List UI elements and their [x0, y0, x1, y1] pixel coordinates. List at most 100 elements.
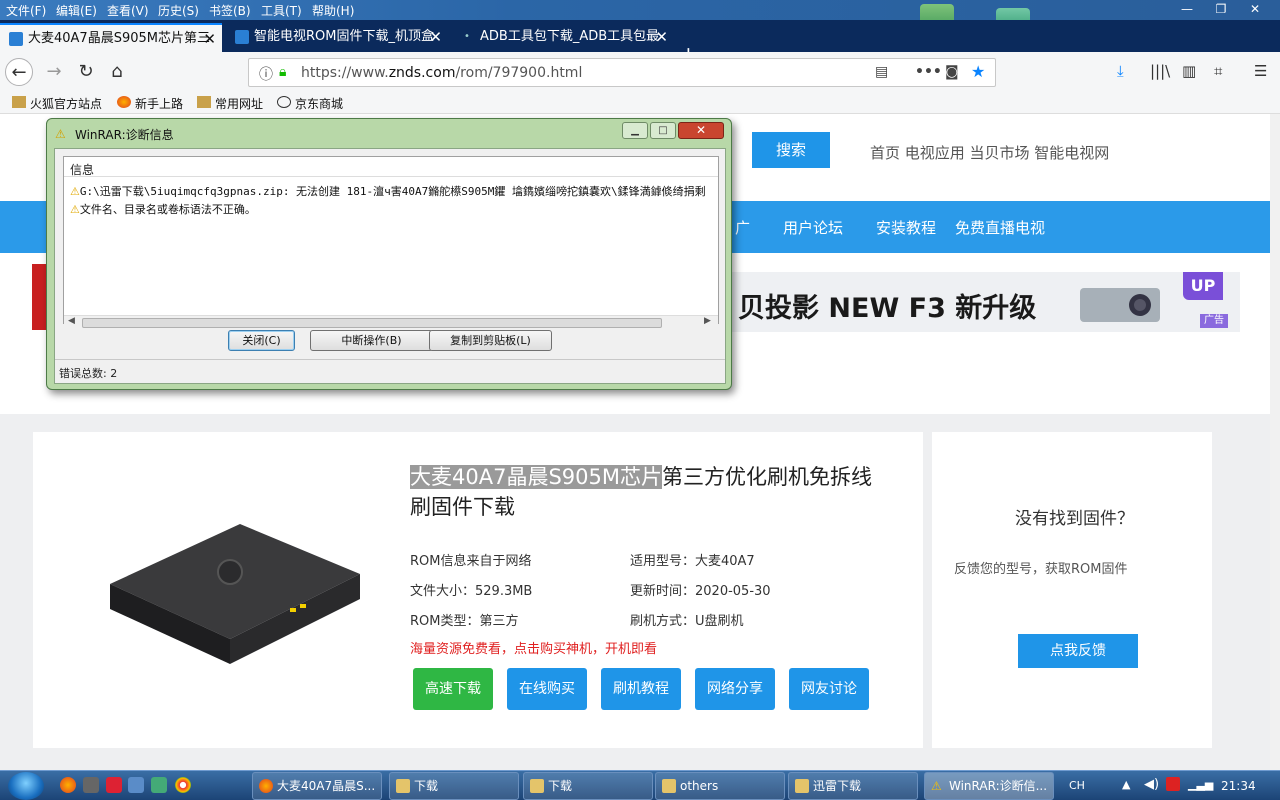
- warning-icon: ⚠: [931, 779, 942, 793]
- page-scrollbar[interactable]: [1270, 114, 1280, 770]
- task-folder[interactable]: others: [655, 772, 785, 800]
- list-item[interactable]: ⚠G:\迅雷下载\5iuqimqcfq3gpnas.zip: 无法创建 181-…: [70, 183, 715, 199]
- task-winrar[interactable]: ⚠ WinRAR:诊断信...: [924, 772, 1054, 800]
- volume-icon[interactable]: ◀︎): [1144, 777, 1159, 792]
- nav-link-forum[interactable]: 用户论坛: [783, 217, 843, 238]
- chrome-icon[interactable]: [175, 777, 191, 793]
- page-actions-icon[interactable]: •••: [915, 64, 942, 80]
- reader-view-icon[interactable]: ▤: [875, 64, 888, 80]
- app-icon[interactable]: [106, 777, 122, 793]
- menu-bookmarks[interactable]: 书签(B): [209, 2, 251, 19]
- top-nav-links[interactable]: 首页 电视应用 当贝市场 智能电视网: [870, 142, 1109, 163]
- scroll-left-icon[interactable]: ◀: [68, 316, 75, 326]
- reload-icon[interactable]: ↻: [72, 58, 100, 86]
- pocket-icon[interactable]: ◙: [945, 64, 959, 80]
- menu-edit[interactable]: 编辑(E): [56, 2, 97, 19]
- address-bar[interactable]: ⓘ 🔒︎ https://www.znds.com/rom/797900.htm…: [248, 58, 996, 87]
- clock[interactable]: 21:34: [1221, 779, 1256, 793]
- meta-flash-method: 刷机方式：U盘刷机: [630, 614, 744, 629]
- hamburger-menu-icon[interactable]: ☰: [1254, 62, 1267, 80]
- buy-online-button[interactable]: 在线购买: [507, 668, 587, 710]
- show-hidden-icons-icon[interactable]: ▲: [1122, 778, 1130, 791]
- discussion-button[interactable]: 网友讨论: [789, 668, 869, 710]
- menu-file[interactable]: 文件(F): [6, 2, 46, 19]
- network-share-button[interactable]: 网络分享: [695, 668, 775, 710]
- task-folder[interactable]: 下载: [523, 772, 653, 800]
- bookmark-common-sites[interactable]: 常用网址: [197, 95, 263, 112]
- forward-arrow-icon[interactable]: →: [40, 58, 68, 86]
- tab-adb-tools[interactable]: • ADB工具包下载_ADB工具包最 ✕: [452, 23, 674, 52]
- tab-title: 大麦40A7晶晨S905M芯片第三: [28, 31, 210, 46]
- nav-link-install-guide[interactable]: 安装教程: [876, 217, 936, 238]
- network-signal-icon[interactable]: ▁▃▅: [1188, 778, 1213, 791]
- message-list[interactable]: 信息 ⚠G:\迅雷下载\5iuqimqcfq3gpnas.zip: 无法创建 1…: [63, 156, 719, 329]
- abort-button[interactable]: 中断操作(B): [310, 330, 433, 351]
- maximize-icon[interactable]: ❐: [1204, 0, 1238, 20]
- warning-icon: ⚠: [55, 127, 66, 141]
- dialog-minimize-icon[interactable]: ▁: [622, 122, 648, 139]
- promo-link[interactable]: 海量资源免费看，点击购买神机，开机即看: [410, 638, 657, 657]
- flash-tutorial-button[interactable]: 刷机教程: [601, 668, 681, 710]
- meta-rom-type: ROM类型：第三方: [410, 614, 519, 629]
- dialog-close-icon[interactable]: ✕: [678, 122, 724, 139]
- firefox-icon: [117, 96, 131, 108]
- ad-label: 广告: [1200, 314, 1228, 328]
- start-button[interactable]: [8, 772, 44, 800]
- fast-download-button[interactable]: 高速下载: [413, 668, 493, 710]
- projector-image: [1080, 288, 1160, 322]
- close-button[interactable]: 关闭(C): [228, 330, 295, 351]
- scroll-thumb[interactable]: [82, 318, 662, 328]
- tab-title: 智能电视ROM固件下载_机顶盒: [254, 29, 434, 44]
- screenshot-icon[interactable]: ⌗: [1214, 62, 1222, 80]
- bookmarks-toolbar: 火狐官方站点 新手上路 常用网址 京东商城: [0, 92, 1280, 114]
- menu-history[interactable]: 历史(S): [158, 2, 199, 19]
- nav-link[interactable]: 广: [735, 217, 750, 238]
- info-icon[interactable]: ⓘ: [259, 64, 273, 84]
- taskbar: 大麦40A7晶晨S... 下载 下载 others 迅雷下载 ⚠ WinRAR:诊…: [0, 770, 1280, 800]
- tab-close-icon[interactable]: ✕: [655, 23, 668, 51]
- minimize-icon[interactable]: —: [1170, 0, 1204, 20]
- close-icon[interactable]: ✕: [1238, 0, 1272, 20]
- input-language[interactable]: CH: [1069, 779, 1085, 792]
- firefox-icon[interactable]: [60, 777, 76, 793]
- tab-close-icon[interactable]: ✕: [429, 23, 442, 51]
- bookmark-firefox-site[interactable]: 火狐官方站点: [12, 95, 102, 112]
- globe-icon: [277, 96, 291, 108]
- tab-active[interactable]: 大麦40A7晶晨S905M芯片第三 ✕: [0, 23, 222, 52]
- folder-icon: [795, 779, 809, 793]
- task-folder[interactable]: 下载: [389, 772, 519, 800]
- tray-app-icon[interactable]: [1166, 777, 1180, 791]
- navigation-toolbar: ← → ↻ ⌂ ⓘ 🔒︎ https://www.znds.com/rom/79…: [0, 52, 1280, 92]
- sidebar-icon[interactable]: ▥: [1182, 62, 1196, 80]
- ad-banner[interactable]: 贝投影 NEW F3 新升级 UP 广告: [730, 272, 1240, 332]
- explorer-icon[interactable]: [128, 777, 144, 793]
- list-item[interactable]: ⚠文件名、目录名或卷标语法不正确。: [70, 201, 715, 217]
- home-icon[interactable]: ⌂: [103, 58, 131, 86]
- back-arrow-icon[interactable]: ←: [5, 58, 33, 86]
- menu-help[interactable]: 帮助(H): [312, 2, 354, 19]
- downloads-icon[interactable]: ⤓: [1117, 62, 1124, 80]
- bookmark-getting-started[interactable]: 新手上路: [117, 95, 183, 112]
- dialog-maximize-icon[interactable]: □: [650, 122, 676, 139]
- url-text: https://www.znds.com/rom/797900.html: [301, 65, 583, 81]
- tab-rom-download[interactable]: 智能电视ROM固件下载_机顶盒 ✕: [226, 23, 448, 52]
- menu-view[interactable]: 查看(V): [107, 2, 149, 19]
- library-icon[interactable]: |||\: [1150, 62, 1170, 80]
- tab-close-icon[interactable]: ✕: [203, 25, 216, 52]
- app-icon[interactable]: [83, 777, 99, 793]
- nav-link-live-tv[interactable]: 免费直播电视: [955, 217, 1045, 238]
- search-button[interactable]: 搜索: [752, 132, 830, 168]
- task-firefox[interactable]: 大麦40A7晶晨S...: [252, 772, 382, 800]
- feedback-button[interactable]: 点我反馈: [1018, 634, 1138, 668]
- copy-to-clipboard-button[interactable]: 复制到剪贴板(L): [429, 330, 552, 351]
- bookmark-jd[interactable]: 京东商城: [277, 95, 343, 112]
- bookmark-star-icon[interactable]: ★: [971, 62, 985, 81]
- meta-updated: 更新时间：2020-05-30: [630, 584, 771, 599]
- scroll-right-icon[interactable]: ▶: [704, 316, 711, 326]
- app-icon[interactable]: [151, 777, 167, 793]
- menu-tools[interactable]: 工具(T): [261, 2, 302, 19]
- set-top-box-image: [110, 524, 360, 664]
- task-folder[interactable]: 迅雷下载: [788, 772, 918, 800]
- product-title: 大麦40A7晶晨S905M芯片第三方优化刷机免拆线 刷固件下载: [410, 465, 872, 519]
- horizontal-scrollbar[interactable]: ◀ ▶: [64, 315, 718, 329]
